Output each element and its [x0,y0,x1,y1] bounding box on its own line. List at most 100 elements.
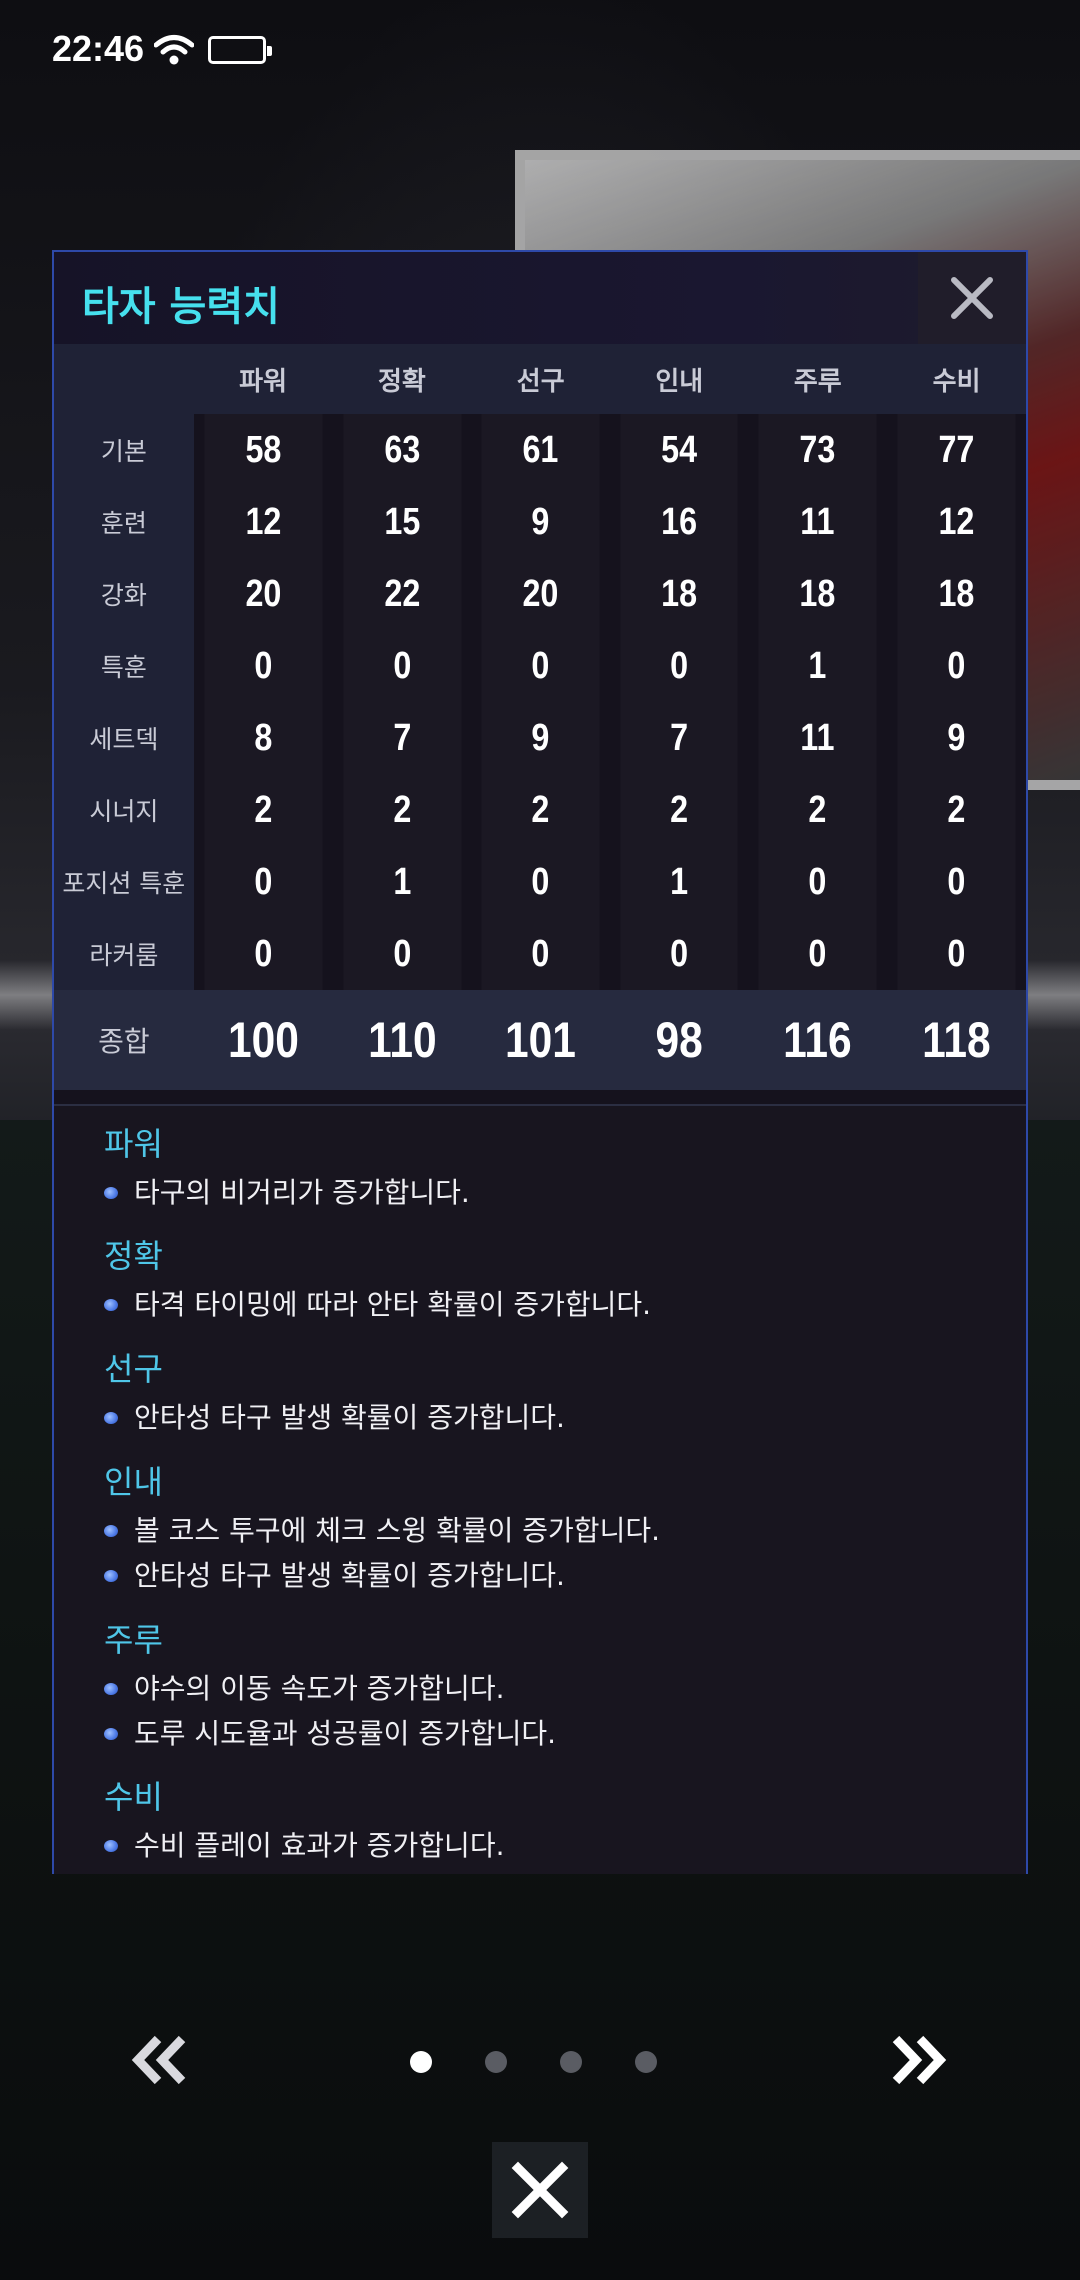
stat-cell: 2 [204,774,323,846]
description-defense: 수비 수비 플레이 효과가 증가합니다. [104,1775,504,1868]
stat-cell: 61 [481,414,600,486]
stat-cell: 18 [758,558,877,630]
description-text: 타격 타이밍에 따라 안타 확률이 증가합니다. [134,1288,652,1321]
close-button[interactable] [492,2142,588,2238]
column-header: 파워 [239,366,288,397]
total-cell: 118 [897,990,1016,1090]
stat-cell: 12 [204,486,323,558]
row-label: 훈련 [54,486,194,558]
description-title: 인내 [104,1463,163,1501]
bullet-icon [104,1839,118,1852]
description-title: 수비 [104,1778,163,1816]
stat-cell: 15 [342,486,461,558]
description-title: 파워 [104,1125,163,1163]
status-time: 22:46 [52,28,145,69]
page-dot[interactable] [560,2051,582,2073]
stat-cell: 20 [481,558,600,630]
description-line: 도루 시도율과 성공률이 증가합니다. [104,1711,556,1756]
page-dot[interactable] [485,2051,507,2073]
stat-cell: 1 [342,846,461,918]
row-label: 특훈 [54,630,194,702]
stat-cell: 1 [758,630,877,702]
stat-cell: 18 [620,558,739,630]
page-dot[interactable] [635,2051,657,2073]
column-header: 인내 [655,366,704,397]
stat-cell: 0 [758,918,877,990]
total-cell: 100 [204,990,323,1090]
description-text: 안타성 타구 발생 확률이 증가합니다. [134,1559,565,1592]
description-text: 안타성 타구 발생 확률이 증가합니다. [134,1401,565,1434]
stat-cell: 7 [342,702,461,774]
stat-cell: 9 [481,486,600,558]
description-text: 타구의 비거리가 증가합니다. [134,1176,470,1209]
stat-cell: 22 [342,558,461,630]
description-text: 볼 코스 투구에 체크 스윙 확률이 증가합니다. [134,1514,660,1547]
page-dot[interactable] [410,2051,432,2073]
stat-cell: 0 [897,918,1016,990]
close-icon [511,2161,569,2219]
stat-cell: 2 [620,774,739,846]
stat-cell: 0 [481,846,600,918]
table-row: 세트덱 8 7 9 7 11 9 [54,702,1026,774]
row-label: 강화 [54,558,194,630]
stat-cell: 0 [897,630,1016,702]
stat-cell: 0 [342,918,461,990]
table-header-row: 파워 정확 선구 인내 주루 수비 [54,344,1026,414]
panel-close-button[interactable] [918,252,1026,344]
description-text: 도루 시도율과 성공률이 증가합니다. [134,1717,557,1750]
description-accuracy: 정확 타격 타이밍에 따라 안타 확률이 증가합니다. [104,1234,651,1327]
description-line: 안타성 타구 발생 확률이 증가합니다. [104,1553,660,1598]
stat-cell: 2 [481,774,600,846]
stat-cell: 11 [758,702,877,774]
panel-header: 타자 능력치 [54,252,1026,344]
description-text: 수비 플레이 효과가 증가합니다. [134,1829,505,1862]
stat-cell: 7 [620,702,739,774]
description-title: 선구 [104,1350,163,1388]
stat-cell: 0 [758,846,877,918]
stat-cell: 54 [620,414,739,486]
stat-cell: 18 [897,558,1016,630]
stat-cell: 9 [897,702,1016,774]
description-line: 수비 플레이 효과가 증가합니다. [104,1823,504,1868]
wifi-icon [154,35,194,65]
stat-cell: 0 [204,918,323,990]
next-page-button[interactable] [888,2035,948,2085]
stat-cell: 73 [758,414,877,486]
description-line: 안타성 타구 발생 확률이 증가합니다. [104,1395,565,1440]
stat-cell: 0 [897,846,1016,918]
description-running: 주루 야수의 이동 속도가 증가합니다. 도루 시도율과 성공률이 증가합니다. [104,1618,556,1756]
stat-cell: 63 [342,414,461,486]
stat-cell: 2 [342,774,461,846]
stat-cell: 77 [897,414,1016,486]
bullet-icon [104,1411,118,1424]
description-title: 주루 [104,1621,163,1659]
previous-page-button[interactable] [130,2035,190,2085]
stat-cell: 0 [342,630,461,702]
stat-cell: 0 [204,846,323,918]
description-line: 볼 코스 투구에 체크 스윙 확률이 증가합니다. [104,1508,660,1553]
panel-title: 타자 능력치 [82,284,280,330]
description-patience: 인내 볼 코스 투구에 체크 스윙 확률이 증가합니다. 안타성 타구 발생 확… [104,1460,660,1598]
table-row: 포지션 특훈 0 1 0 1 0 0 [54,846,1026,918]
batter-stats-panel: 타자 능력치 파워 정확 선구 인내 주루 수비 기본 58 63 61 54 … [52,250,1028,1874]
table-row: 특훈 0 0 0 0 1 0 [54,630,1026,702]
stat-cell: 0 [481,630,600,702]
row-label: 기본 [54,414,194,486]
stat-cell: 1 [620,846,739,918]
stat-cell: 0 [620,918,739,990]
status-bar: 22:46 [0,0,1080,100]
table-row: 강화 20 22 20 18 18 18 [54,558,1026,630]
stat-cell: 11 [758,486,877,558]
column-header: 수비 [932,366,981,397]
description-power: 파워 타구의 비거리가 증가합니다. [104,1122,470,1215]
description-eye: 선구 안타성 타구 발생 확률이 증가합니다. [104,1347,565,1440]
double-chevron-left-icon [131,2035,186,2085]
stat-cell: 16 [620,486,739,558]
stat-cell: 9 [481,702,600,774]
page-indicator [410,2050,670,2074]
stat-cell: 0 [481,918,600,990]
table-row: 훈련 12 15 9 16 11 12 [54,486,1026,558]
double-chevron-right-icon [892,2035,947,2085]
table-row: 기본 58 63 61 54 73 77 [54,414,1026,486]
description-line: 타격 타이밍에 따라 안타 확률이 증가합니다. [104,1282,651,1327]
